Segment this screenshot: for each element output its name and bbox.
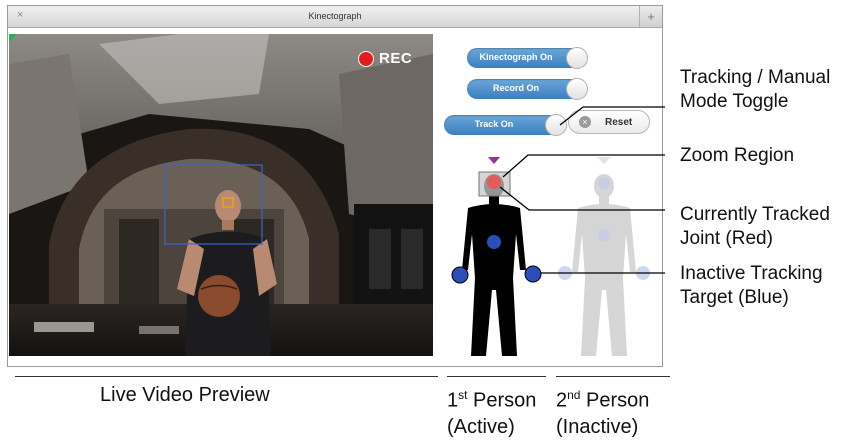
person1-word: Person (467, 389, 537, 412)
callout-zoom-region: Zoom Region (680, 145, 795, 166)
callout-mode-toggle-line2: Mode Toggle (680, 91, 789, 112)
label-person-1: 1st Person (Active) (447, 382, 536, 440)
person1-number: 1 (447, 389, 459, 412)
callout-inactive-target: Inactive Tracking Target (Blue) (680, 262, 823, 310)
callout-inactive-target-line1: Inactive Tracking (680, 263, 823, 284)
divider-person-1 (447, 376, 546, 377)
divider-person-2 (556, 376, 670, 377)
callout-mode-toggle-line1: Tracking / Manual (680, 67, 831, 88)
label-live-preview: Live Video Preview (100, 384, 270, 406)
person2-number: 2 (556, 389, 568, 412)
callout-mode-toggle: Tracking / Manual Mode Toggle (680, 66, 830, 114)
callout-tracked-joint-line1: Currently Tracked (680, 204, 830, 225)
divider-live-preview (15, 376, 438, 377)
person2-word: Person (580, 389, 650, 412)
callout-tracked-joint-line2: Joint (Red) (680, 228, 773, 249)
person2-ordinal: nd (567, 388, 581, 402)
callout-tracked-joint: Currently Tracked Joint (Red) (680, 203, 830, 251)
callout-inactive-target-line2: Target (Blue) (680, 287, 789, 308)
label-person-2: 2nd Person (Inactive) (556, 382, 649, 440)
